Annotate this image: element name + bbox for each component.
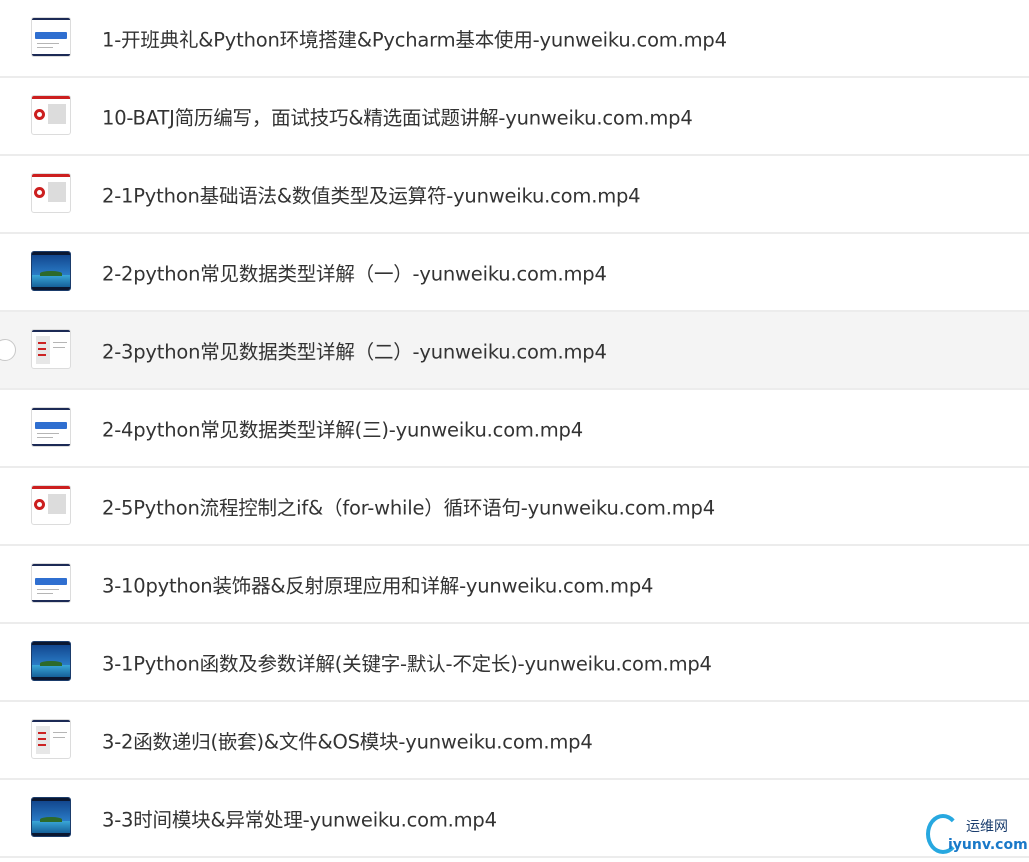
file-name[interactable]: 2-5Python流程控制之if&（for-while）循环语句-yunweik… — [102, 492, 715, 521]
file-name[interactable]: 2-2python常见数据类型详解（一）-yunweiku.com.mp4 — [102, 258, 607, 287]
video-thumbnail — [31, 719, 71, 759]
file-row[interactable]: 2-2python常见数据类型详解（一）-yunweiku.com.mp4 — [0, 234, 1029, 312]
watermark-cn: 运维网 — [966, 819, 1008, 835]
file-row[interactable]: 2-3python常见数据类型详解（二）-yunweiku.com.mp4 — [0, 312, 1029, 390]
video-thumbnail — [31, 173, 71, 213]
file-name[interactable]: 2-1Python基础语法&数值类型及运算符-yunweiku.com.mp4 — [102, 180, 641, 209]
file-name[interactable]: 2-3python常见数据类型详解（二）-yunweiku.com.mp4 — [102, 336, 607, 365]
file-name[interactable]: 3-2函数递归(嵌套)&文件&OS模块-yunweiku.com.mp4 — [102, 726, 593, 755]
file-name[interactable]: 1-开班典礼&Python环境搭建&Pycharm基本使用-yunweiku.c… — [102, 24, 727, 53]
video-thumbnail — [31, 407, 71, 447]
file-name[interactable]: 2-4python常见数据类型详解(三)-yunweiku.com.mp4 — [102, 414, 583, 443]
video-thumbnail — [31, 329, 71, 369]
video-thumbnail — [31, 17, 71, 57]
video-thumbnail — [31, 797, 71, 837]
file-row[interactable]: 10-BATJ简历编写，面试技巧&精选面试题讲解-yunweiku.com.mp… — [0, 78, 1029, 156]
video-thumbnail — [31, 95, 71, 135]
file-name[interactable]: 3-3时间模块&异常处理-yunweiku.com.mp4 — [102, 804, 497, 833]
file-list: 1-开班典礼&Python环境搭建&Pycharm基本使用-yunweiku.c… — [0, 0, 1029, 858]
file-name[interactable]: 10-BATJ简历编写，面试技巧&精选面试题讲解-yunweiku.com.mp… — [102, 102, 693, 131]
video-thumbnail — [31, 563, 71, 603]
file-row[interactable]: 2-5Python流程控制之if&（for-while）循环语句-yunweik… — [0, 468, 1029, 546]
file-name[interactable]: 3-10python装饰器&反射原理应用和详解-yunweiku.com.mp4 — [102, 570, 653, 599]
video-thumbnail — [31, 641, 71, 681]
file-row[interactable]: 1-开班典礼&Python环境搭建&Pycharm基本使用-yunweiku.c… — [0, 0, 1029, 78]
video-thumbnail — [31, 485, 71, 525]
file-row[interactable]: 2-4python常见数据类型详解(三)-yunweiku.com.mp4 — [0, 390, 1029, 468]
file-name[interactable]: 3-1Python函数及参数详解(关键字-默认-不定长)-yunweiku.co… — [102, 648, 712, 677]
file-row[interactable]: 3-2函数递归(嵌套)&文件&OS模块-yunweiku.com.mp4 — [0, 702, 1029, 780]
video-thumbnail — [31, 251, 71, 291]
file-row[interactable]: 3-10python装饰器&反射原理应用和详解-yunweiku.com.mp4 — [0, 546, 1029, 624]
watermark-en: iyunv.com — [948, 837, 1028, 853]
select-radio[interactable] — [0, 339, 16, 361]
watermark-logo: 运维网 iyunv.com — [926, 810, 1029, 862]
file-row[interactable]: 2-1Python基础语法&数值类型及运算符-yunweiku.com.mp4 — [0, 156, 1029, 234]
file-row[interactable]: 3-3时间模块&异常处理-yunweiku.com.mp4 — [0, 780, 1029, 858]
file-row[interactable]: 3-1Python函数及参数详解(关键字-默认-不定长)-yunweiku.co… — [0, 624, 1029, 702]
